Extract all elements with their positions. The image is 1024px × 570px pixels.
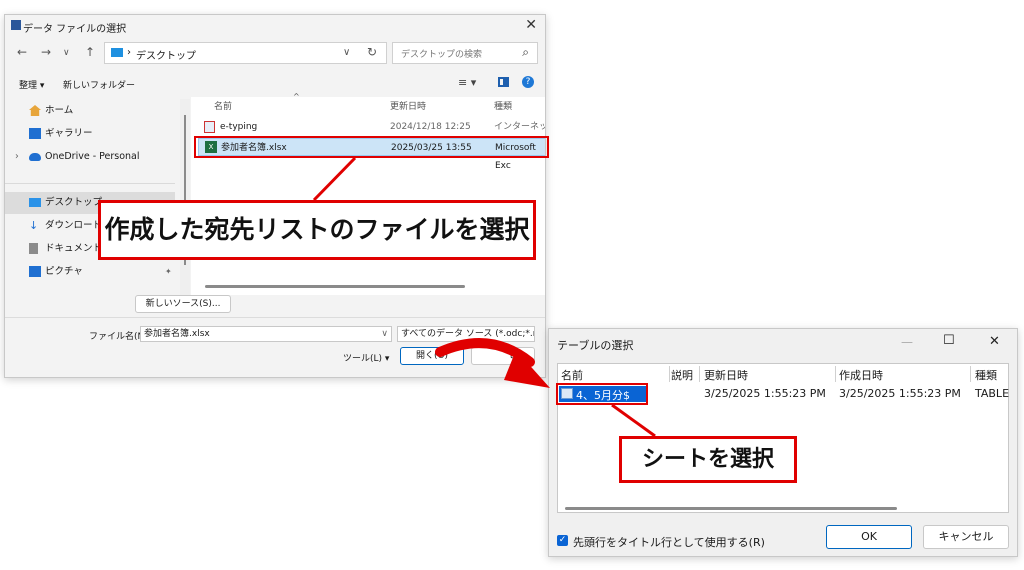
annotation-pointer [435, 338, 656, 438]
sheet-pointer-line [611, 403, 656, 438]
callout-select-sheet: シートを選択 [619, 436, 797, 483]
